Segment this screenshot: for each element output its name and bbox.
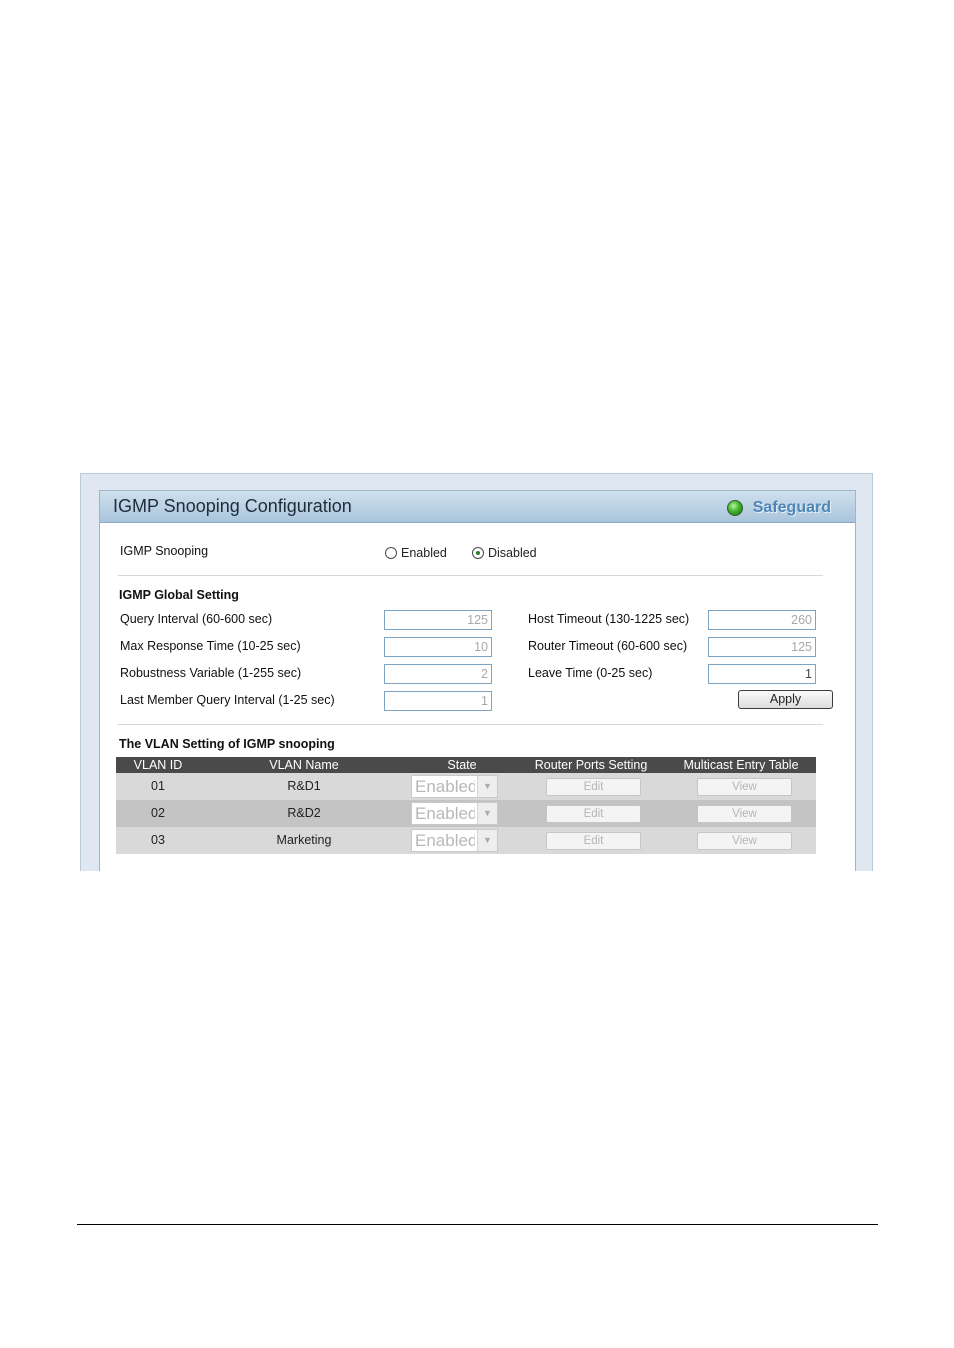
state-select-value: Enabled [415, 777, 475, 796]
multicast-entry-cell: View [666, 827, 816, 854]
col-router-ports: Router Ports Setting [534, 758, 648, 772]
state-select[interactable]: Enabled ▼ [411, 802, 498, 825]
last-member-query-label: Last Member Query Interval (1-25 sec) [120, 693, 335, 707]
vlan-id-cell: 02 [151, 806, 165, 820]
state-select[interactable]: Enabled ▼ [411, 775, 498, 798]
radio-enabled[interactable]: Enabled [385, 546, 447, 560]
view-button[interactable]: View [697, 832, 792, 850]
global-setting-heading: IGMP Global Setting [119, 588, 239, 602]
radio-enabled-circle[interactable] [385, 547, 397, 559]
view-button[interactable]: View [697, 778, 792, 796]
vlan-id-cell: 03 [151, 833, 165, 847]
col-multicast-entry: Multicast Entry Table [683, 758, 799, 772]
host-timeout-field[interactable]: 260 [708, 610, 816, 630]
vlan-name-cell: R&D2 [287, 806, 321, 820]
edit-button[interactable]: Edit [546, 832, 641, 850]
leave-time-label: Leave Time (0-25 sec) [528, 666, 653, 680]
radio-disabled-label: Disabled [488, 546, 537, 560]
state-cell: Enabled ▼ [408, 773, 516, 800]
safeguard-label: Safeguard [752, 499, 831, 516]
state-cell: Enabled ▼ [408, 800, 516, 827]
footer-rule [77, 1224, 878, 1225]
max-response-time-label: Max Response Time (10-25 sec) [120, 639, 301, 653]
table-row: 02 R&D2 Enabled ▼ Edit View [116, 800, 816, 827]
state-select-value: Enabled [415, 804, 475, 823]
chevron-down-icon[interactable]: ▼ [477, 803, 497, 824]
page-title: IGMP Snooping Configuration [113, 496, 352, 516]
vlan-table: VLAN ID VLAN Name State Router Ports Set… [116, 757, 816, 854]
router-ports-cell: Edit [516, 773, 666, 800]
multicast-entry-cell: View [666, 800, 816, 827]
chevron-down-icon[interactable]: ▼ [477, 776, 497, 797]
safeguard-indicator: Safeguard [726, 498, 831, 518]
apply-button[interactable]: Apply [738, 690, 833, 709]
router-timeout-field[interactable]: 125 [708, 637, 816, 657]
vlan-setting-heading: The VLAN Setting of IGMP snooping [119, 737, 335, 751]
host-timeout-label: Host Timeout (130-1225 sec) [528, 612, 690, 626]
leave-time-field[interactable]: 1 [708, 664, 816, 684]
col-vlan-id: VLAN ID [133, 758, 183, 772]
state-select[interactable]: Enabled ▼ [411, 829, 498, 852]
router-ports-cell: Edit [516, 827, 666, 854]
radio-disabled-circle[interactable] [472, 547, 484, 559]
view-button[interactable]: View [697, 805, 792, 823]
col-state: State [447, 758, 477, 772]
chevron-down-icon[interactable]: ▼ [477, 830, 497, 851]
table-header: VLAN ID VLAN Name State Router Ports Set… [116, 757, 816, 773]
panel-header: IGMP Snooping Configuration Safeguard [100, 491, 855, 523]
query-interval-label: Query Interval (60-600 sec) [120, 612, 273, 626]
edit-button[interactable]: Edit [546, 778, 641, 796]
multicast-entry-cell: View [666, 773, 816, 800]
robustness-variable-field[interactable]: 2 [384, 664, 492, 684]
router-ports-cell: Edit [516, 800, 666, 827]
last-member-query-field[interactable]: 1 [384, 691, 492, 711]
max-response-time-field[interactable]: 10 [384, 637, 492, 657]
col-vlan-name: VLAN Name [269, 758, 339, 772]
vlan-name-cell: Marketing [276, 833, 332, 847]
divider [118, 575, 823, 576]
table-row: 03 Marketing Enabled ▼ Edit View [116, 827, 816, 854]
radio-enabled-label: Enabled [401, 546, 447, 560]
query-interval-field[interactable]: 125 [384, 610, 492, 630]
robustness-variable-label: Robustness Variable (1-255 sec) [120, 666, 302, 680]
divider [118, 724, 823, 725]
edit-button[interactable]: Edit [546, 805, 641, 823]
radio-disabled[interactable]: Disabled [472, 546, 537, 560]
vlan-id-cell: 01 [151, 779, 165, 793]
state-select-value: Enabled [415, 831, 475, 850]
vlan-name-cell: R&D1 [287, 779, 321, 793]
table-row: 01 R&D1 Enabled ▼ Edit View [116, 773, 816, 800]
igmp-snooping-label: IGMP Snooping [120, 544, 209, 558]
state-cell: Enabled ▼ [408, 827, 516, 854]
router-timeout-label: Router Timeout (60-600 sec) [528, 639, 688, 653]
safeguard-led-icon [726, 500, 743, 516]
